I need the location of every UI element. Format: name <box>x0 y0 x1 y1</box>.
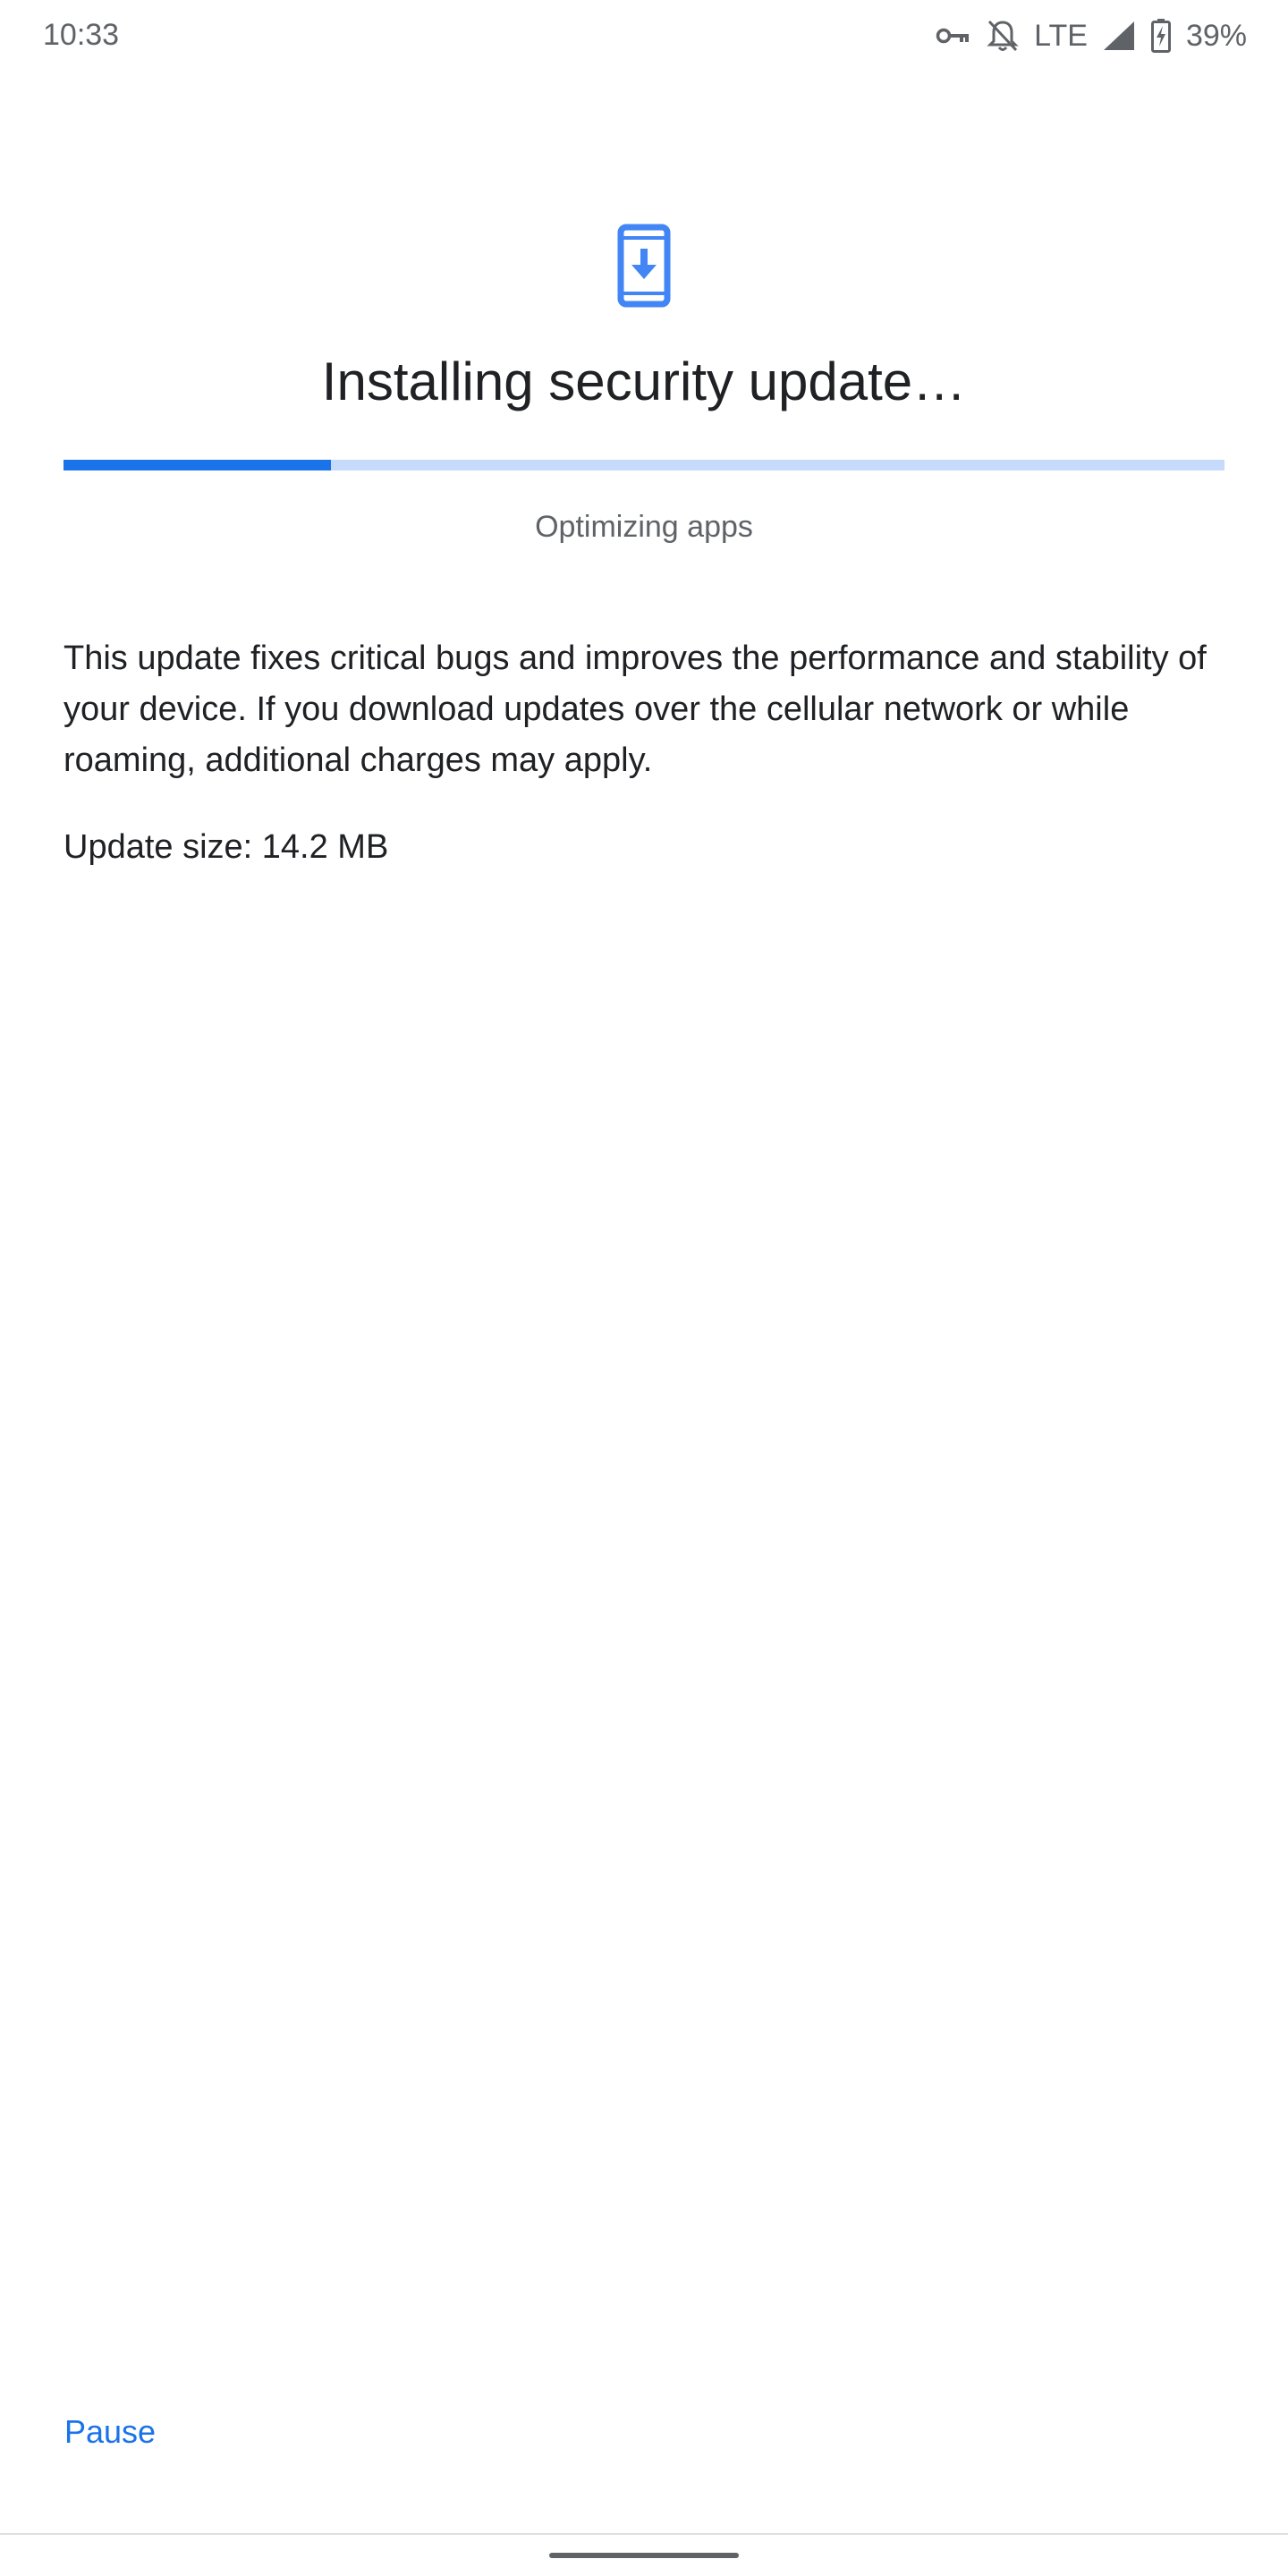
system-update-icon <box>617 224 671 308</box>
update-screen: 10:33 LTE 39% Installing security update… <box>0 0 1288 2576</box>
pause-button[interactable]: Pause <box>55 2406 165 2458</box>
network-type: LTE <box>1034 18 1088 53</box>
progress-status-text: Optimizing apps <box>535 510 753 544</box>
notifications-off-icon <box>986 18 1020 54</box>
status-bar: 10:33 LTE 39% <box>0 0 1288 75</box>
progress-bar-fill <box>64 460 331 470</box>
signal-icon <box>1102 20 1136 52</box>
status-icons: LTE 39% <box>936 14 1247 57</box>
battery-percent: 39% <box>1185 18 1247 53</box>
bottom-divider <box>0 2533 1288 2535</box>
vpn-key-icon <box>936 25 971 47</box>
status-time: 10:33 <box>43 18 120 52</box>
gesture-nav-handle[interactable] <box>549 2553 739 2558</box>
page-title: Installing security update… <box>321 352 967 411</box>
battery-charging-icon <box>1150 18 1172 54</box>
update-description: This update fixes critical bugs and impr… <box>64 640 1207 779</box>
update-size-label: Update size: 14.2 MB <box>64 828 389 866</box>
progress-bar <box>64 460 1224 470</box>
